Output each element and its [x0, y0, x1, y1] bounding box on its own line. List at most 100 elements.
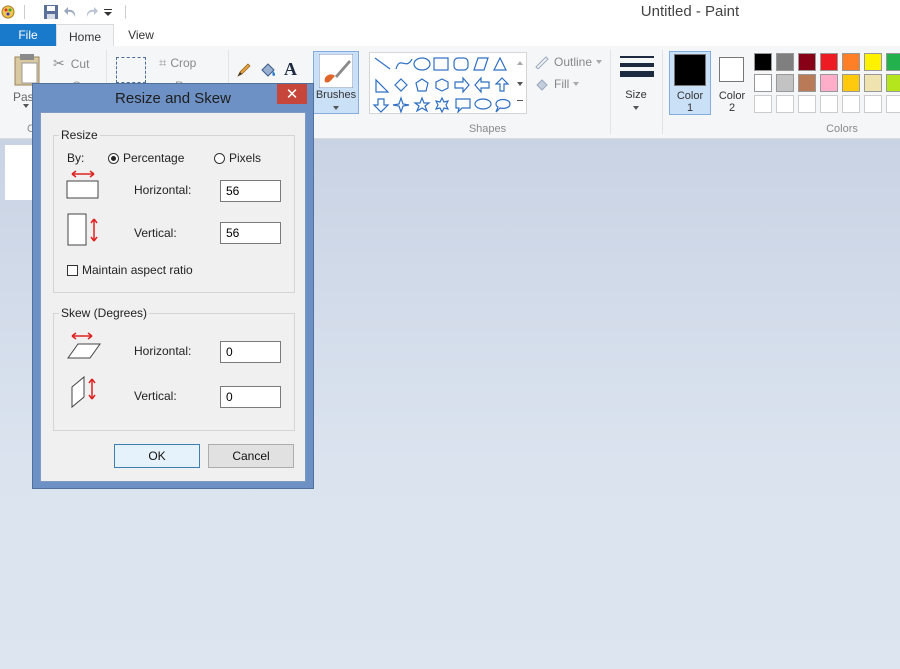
maintain-aspect-ratio-box[interactable] — [67, 264, 78, 276]
pencil-icon[interactable] — [236, 62, 252, 81]
brushes-dropdown-icon[interactable] — [333, 106, 339, 110]
maintain-aspect-ratio-label: Maintain aspect ratio — [82, 263, 193, 277]
cancel-button[interactable]: Cancel — [208, 444, 294, 468]
palette-color-swatch[interactable] — [842, 53, 860, 71]
percentage-radio[interactable]: Percentage — [108, 151, 184, 165]
resize-vertical-input[interactable] — [220, 222, 281, 244]
size-dropdown-icon[interactable] — [633, 106, 639, 110]
crop-label: Crop — [170, 56, 197, 70]
pixels-radio[interactable]: Pixels — [214, 151, 261, 165]
customize-qat-icon[interactable] — [103, 4, 113, 20]
palette-color-swatch[interactable] — [798, 53, 816, 71]
palette-color-swatch[interactable] — [820, 95, 838, 113]
skew-horizontal-icon — [66, 331, 102, 364]
palette-color-swatch[interactable] — [864, 95, 882, 113]
paint-app-icon[interactable] — [0, 4, 16, 20]
tab-home[interactable]: Home — [56, 24, 114, 48]
group-divider — [662, 50, 663, 134]
ok-button[interactable]: OK — [114, 444, 200, 468]
palette-color-swatch[interactable] — [842, 95, 860, 113]
crop-icon: ⌗ — [159, 55, 167, 70]
palette-color-swatch[interactable] — [798, 95, 816, 113]
fill-bucket-icon[interactable] — [259, 62, 277, 81]
resize-skew-dialog: Resize and Skew ✕ Resize By: Percentage … — [32, 83, 314, 489]
paste-icon — [14, 54, 40, 86]
pixels-label: Pixels — [229, 151, 262, 165]
quick-access-toolbar — [0, 2, 126, 22]
palette-color-swatch[interactable] — [776, 95, 794, 113]
outline-icon — [535, 56, 549, 69]
resize-vertical-icon — [67, 213, 101, 250]
resize-horizontal-label: Horizontal: — [134, 183, 192, 197]
shapes-gallery[interactable] — [369, 52, 527, 114]
fill-button[interactable]: Fill — [534, 77, 580, 91]
maintain-aspect-ratio-checkbox[interactable]: Maintain aspect ratio — [67, 263, 193, 277]
palette-color-swatch[interactable] — [864, 74, 882, 92]
color1-label: Color 1 — [669, 90, 711, 114]
colors-group-label: Colors — [826, 123, 858, 135]
shapes-scroll[interactable] — [514, 55, 526, 111]
by-label: By: — [67, 151, 85, 165]
skew-horizontal-label: Horizontal: — [134, 344, 192, 358]
palette-color-swatch[interactable] — [776, 74, 794, 92]
drawing-canvas[interactable] — [5, 145, 35, 200]
scissors-icon: ✂ — [53, 55, 65, 71]
outline-label: Outline — [554, 55, 593, 69]
palette-color-swatch[interactable] — [754, 95, 772, 113]
palette-color-swatch[interactable] — [754, 53, 772, 71]
color2-label[interactable]: Color 2 — [711, 90, 753, 114]
palette-color-swatch[interactable] — [842, 74, 860, 92]
skew-legend: Skew (Degrees) — [59, 306, 150, 320]
tab-view[interactable]: View — [114, 24, 168, 46]
outline-button[interactable]: Outline — [534, 55, 603, 69]
text-tool-icon[interactable]: A — [284, 59, 297, 80]
dialog-title: Resize and Skew — [115, 89, 231, 107]
palette-color-swatch[interactable] — [798, 74, 816, 92]
pixels-radio-circle[interactable] — [214, 152, 225, 164]
palette-color-swatch[interactable] — [886, 95, 900, 113]
close-button[interactable]: ✕ — [277, 84, 307, 104]
palette-color-swatch[interactable] — [820, 74, 838, 92]
size-label[interactable]: Size — [618, 89, 654, 101]
size-lines-icon[interactable] — [620, 56, 654, 85]
tab-file[interactable]: File — [0, 24, 56, 46]
palette-color-swatch[interactable] — [776, 53, 794, 71]
palette-color-swatch[interactable] — [754, 74, 772, 92]
resize-horizontal-input[interactable] — [220, 180, 281, 202]
palette-color-swatch[interactable] — [886, 74, 900, 92]
group-divider — [610, 50, 611, 134]
skew-vertical-label: Vertical: — [134, 389, 177, 403]
select-icon[interactable] — [116, 57, 146, 83]
qat-divider — [24, 5, 25, 19]
color2-swatch[interactable] — [719, 57, 744, 82]
palette-color-swatch[interactable] — [820, 53, 838, 71]
skew-horizontal-input[interactable] — [220, 341, 281, 363]
skew-vertical-icon — [70, 375, 100, 412]
resize-horizontal-icon — [66, 169, 100, 202]
cut-button[interactable]: ✂ Cut — [53, 55, 89, 72]
outline-dropdown-icon — [596, 60, 603, 64]
fill-label: Fill — [554, 77, 570, 91]
redo-icon[interactable] — [83, 4, 99, 20]
fill-dropdown-icon — [573, 82, 580, 86]
save-icon[interactable] — [43, 4, 59, 20]
crop-button[interactable]: ⌗ Crop — [159, 55, 196, 71]
skew-vertical-input[interactable] — [220, 386, 281, 408]
color1-label-line1: Color — [676, 90, 704, 102]
brush-icon — [318, 53, 354, 91]
undo-icon[interactable] — [63, 4, 79, 20]
scroll-up-icon[interactable] — [517, 61, 523, 65]
resize-legend: Resize — [59, 128, 100, 142]
palette-color-swatch[interactable] — [864, 53, 882, 71]
percentage-radio-circle[interactable] — [108, 152, 119, 164]
palette-color-swatch[interactable] — [886, 53, 900, 71]
fill-shape-icon — [536, 79, 548, 91]
cut-label: Cut — [70, 56, 90, 71]
paste-dropdown-icon[interactable] — [23, 104, 29, 108]
qat-divider-2 — [125, 5, 126, 19]
close-icon: ✕ — [285, 86, 299, 103]
brushes-label: Brushes — [315, 89, 357, 101]
color2-label-line1: Color — [718, 90, 746, 102]
scroll-down-icon[interactable] — [517, 82, 523, 86]
expand-gallery-icon[interactable] — [517, 100, 523, 101]
